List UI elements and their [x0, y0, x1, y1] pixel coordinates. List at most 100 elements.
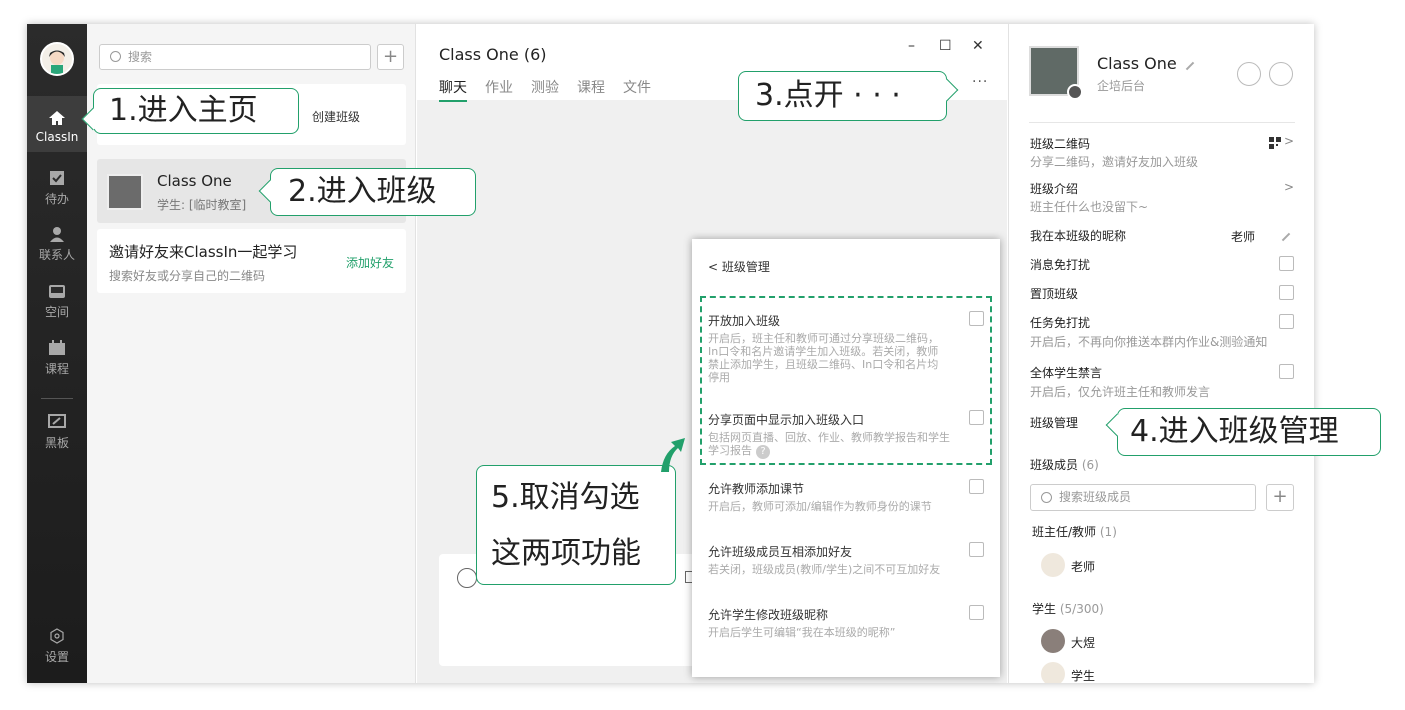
contacts-icon	[50, 227, 64, 242]
dnd-row: 消息免打扰	[1030, 258, 1091, 272]
rail-todo-label: 待办	[44, 192, 69, 206]
class-manage-popup: < 班级管理 开放加入班级 开启后，班主任和教师可通过分享班级二维码，In口令和…	[692, 239, 1000, 677]
chevron-right-icon: >	[1284, 134, 1295, 148]
edit-name-icon[interactable]	[1185, 61, 1195, 71]
mute-all-desc: 开启后，仅允许班主任和教师发言	[1030, 385, 1211, 399]
intro-row[interactable]: 班级介绍	[1030, 180, 1078, 197]
student-name[interactable]: 学生	[1071, 667, 1095, 683]
chat-title: Class One (6)	[439, 45, 547, 64]
camera-icon[interactable]	[1067, 84, 1083, 100]
rail-todo[interactable]: 待办	[27, 156, 87, 212]
setting-member-friends: 允许班级成员互相添加好友	[708, 545, 853, 559]
student-group: 学生 (5/300)	[1032, 600, 1104, 617]
qr-code-row[interactable]: 班级二维码	[1030, 135, 1090, 152]
blackboard-icon	[48, 414, 66, 428]
search-icon	[110, 51, 121, 62]
pin-checkbox[interactable]	[1279, 285, 1294, 300]
setting-share-entry-desc-text: 包括网页直播、回放、作业、教师教学报告和学生学习报告	[708, 431, 950, 457]
search-input[interactable]: 搜索	[99, 44, 371, 70]
share-entry-checkbox[interactable]	[969, 410, 984, 425]
member-search-input[interactable]: 搜索班级成员	[1030, 484, 1256, 511]
teacher-group: 班主任/教师 (1)	[1032, 523, 1117, 540]
search-placeholder: 搜索	[128, 50, 153, 64]
edit-nickname-icon[interactable]	[1281, 232, 1291, 242]
callout-step5: 5.取消勾选 这两项功能	[476, 438, 685, 585]
invite-card: 邀请好友来ClassIn一起学习 搜索好友或分享自己的二维码 添加好友	[97, 229, 406, 293]
search-icon	[1041, 492, 1052, 503]
back-icon[interactable]: <	[708, 260, 722, 274]
class-info-panel: Class One 企培后台 班级二维码 分享二维码，邀请好友加入班级 > 班级…	[1008, 24, 1314, 683]
todo-icon	[50, 171, 64, 185]
avatar	[1041, 553, 1065, 577]
open-join-checkbox[interactable]	[969, 311, 984, 326]
dnd-checkbox[interactable]	[1279, 256, 1294, 271]
callout-step2: 2.进入班级	[258, 168, 476, 216]
divider	[1029, 122, 1295, 123]
callout-step1: 1.进入主页	[81, 88, 299, 134]
rail-space[interactable]: 空间	[27, 269, 87, 325]
qr-code-icon	[1269, 137, 1281, 149]
mute-all-row: 全体学生禁言	[1030, 366, 1103, 380]
teacher-add-lesson-checkbox[interactable]	[969, 479, 984, 494]
emoji-icon[interactable]	[457, 568, 477, 588]
class-manage-row[interactable]: 班级管理	[1030, 414, 1078, 431]
add-button[interactable]: +	[377, 44, 404, 70]
rail-blackboard[interactable]: 黑板	[27, 400, 87, 456]
setting-member-friends-desc: 若关闭，班级成员(教师/学生)之间不可互加好友	[708, 563, 941, 576]
members-heading: 班级成员 (6)	[1030, 456, 1099, 473]
member-manage-icon[interactable]	[1269, 62, 1293, 86]
teacher-group-label: 班主任/教师	[1032, 525, 1097, 539]
tab-chat[interactable]: 聊天	[439, 77, 467, 102]
rail-space-label: 空间	[44, 305, 69, 319]
share-icon[interactable]	[1237, 62, 1261, 86]
create-class-button[interactable]: 创建班级	[312, 108, 360, 125]
tab-files[interactable]: 文件	[623, 77, 651, 100]
close-button[interactable]: ✕	[972, 38, 984, 54]
qr-code-desc: 分享二维码，邀请好友加入班级	[1030, 155, 1199, 169]
callout-step3-text: 3.点开 · · ·	[755, 78, 901, 113]
student-nickname-checkbox[interactable]	[969, 605, 984, 620]
rail-contacts[interactable]: 联系人	[27, 212, 87, 268]
help-icon[interactable]: ?	[756, 445, 770, 459]
student-group-label: 学生	[1032, 602, 1057, 616]
mute-all-checkbox[interactable]	[1279, 364, 1294, 379]
rail-home[interactable]: ClassIn	[27, 96, 87, 152]
rail-settings[interactable]: 设置	[27, 614, 87, 670]
class-subtitle: 学生: [临时教室]	[157, 198, 247, 212]
nav-rail: ClassIn 待办 联系人 空间 课程 黑板 设置	[27, 24, 87, 683]
tab-homework[interactable]: 作业	[485, 77, 513, 100]
tab-course[interactable]: 课程	[577, 77, 605, 100]
minimize-button[interactable]: –	[908, 38, 915, 54]
user-avatar[interactable]	[40, 42, 74, 76]
nickname-row[interactable]: 我在本班级的昵称	[1030, 227, 1126, 244]
chat-tabs: 聊天 作业 测验 课程 文件	[439, 77, 669, 102]
task-dnd-desc: 开启后，不再向你推送本群内作业&测验通知	[1030, 335, 1268, 349]
teacher-name[interactable]: 老师	[1071, 558, 1095, 575]
rail-blackboard-label: 黑板	[44, 436, 69, 450]
rail-course-label: 课程	[44, 362, 69, 376]
rail-divider	[41, 398, 73, 399]
add-member-button[interactable]: +	[1266, 484, 1294, 511]
callout-step2-text: 2.进入班级	[288, 174, 437, 209]
add-friend-link[interactable]: 添加好友	[346, 254, 394, 271]
setting-student-nickname-desc: 开启后学生可编辑“我在本班级的昵称”	[708, 626, 896, 639]
rail-course[interactable]: 课程	[27, 326, 87, 382]
member-friends-checkbox[interactable]	[969, 542, 984, 557]
callout-step4: 4.进入班级管理	[1105, 408, 1381, 456]
inbox-icon	[49, 285, 65, 298]
more-icon[interactable]: ···	[972, 74, 988, 90]
members-count: (6)	[1081, 458, 1099, 472]
task-dnd-checkbox[interactable]	[1279, 314, 1294, 329]
maximize-button[interactable]: ☐	[939, 38, 952, 54]
setting-open-join: 开放加入班级	[708, 314, 781, 328]
callout-step5-line1: 5.取消勾选	[491, 480, 640, 515]
popup-header[interactable]: < 班级管理	[708, 258, 770, 275]
tab-quiz[interactable]: 测验	[531, 77, 559, 100]
invite-subtitle: 搜索好友或分享自己的二维码	[109, 269, 266, 283]
org-name: 企培后台	[1097, 79, 1146, 93]
members-label: 班级成员	[1030, 458, 1079, 472]
pin-row: 置顶班级	[1030, 287, 1079, 301]
popup-title: 班级管理	[721, 260, 770, 274]
student-name[interactable]: 大煜	[1071, 634, 1095, 651]
callout-step3: 3.点开 · · ·	[738, 71, 959, 121]
